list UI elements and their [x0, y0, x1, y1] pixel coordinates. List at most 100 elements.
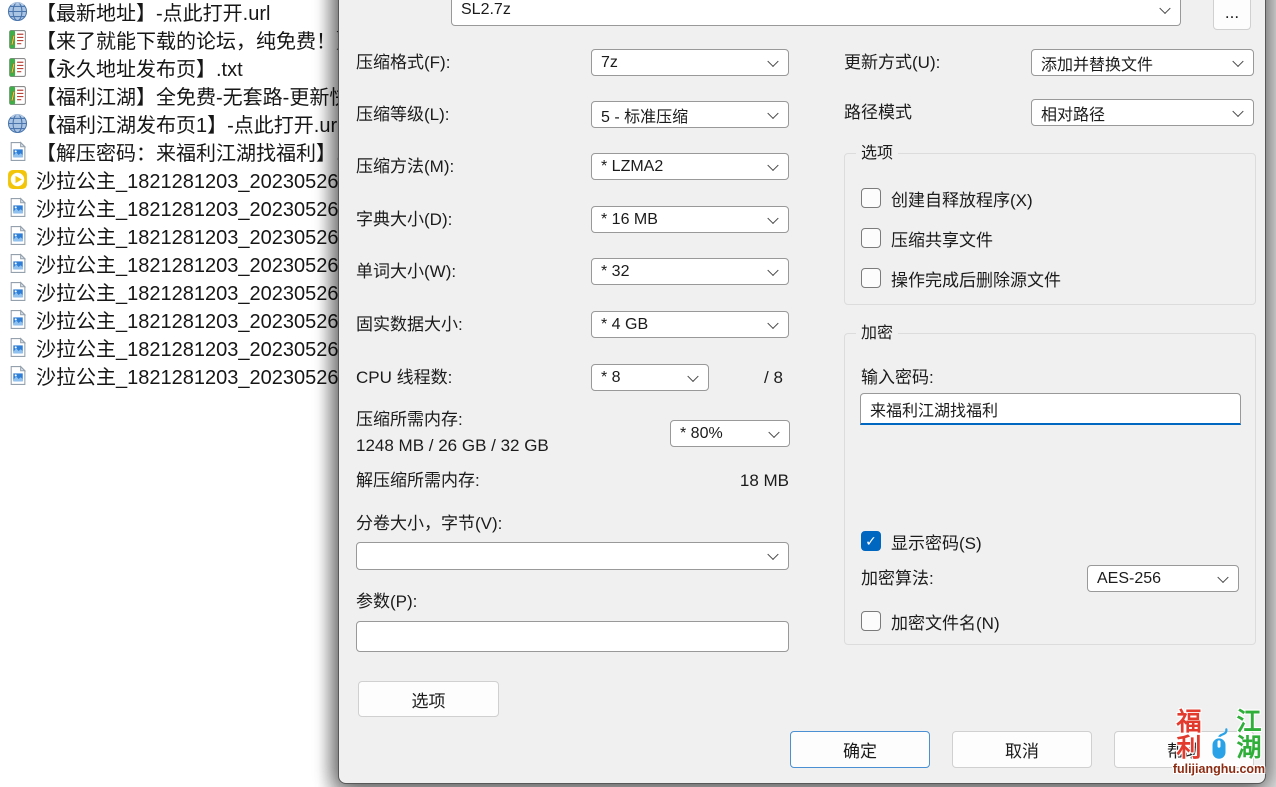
- text-file-icon: [7, 85, 28, 106]
- options-button-label: 选项: [412, 687, 446, 712]
- options-group: 选项 创建自释放程序(X) 压缩共享文件 操作完成后删除源文件: [844, 153, 1256, 305]
- compression-level-value: 5 - 标准压缩: [601, 103, 688, 127]
- password-input[interactable]: [860, 393, 1241, 425]
- password-label: 输入密码:: [861, 364, 934, 391]
- list-item[interactable]: 【福利江湖】全免费-无套路-更新快.txt: [0, 81, 340, 109]
- options-button[interactable]: 选项: [358, 681, 499, 717]
- update-mode-value: 添加并替换文件: [1041, 51, 1153, 75]
- encryption-method-label: 加密算法:: [861, 565, 934, 592]
- globe-icon: [7, 1, 28, 22]
- video-file-icon: [7, 169, 28, 190]
- text-file-icon: [7, 57, 28, 78]
- delete-after-compress-label: 操作完成后删除源文件: [891, 266, 1061, 291]
- chevron-down-icon: [767, 549, 778, 560]
- text-file-icon: [7, 29, 28, 50]
- chevron-down-icon: [767, 55, 778, 66]
- dictionary-size-label: 字典大小(D):: [356, 206, 452, 233]
- compression-level-select[interactable]: 5 - 标准压缩: [591, 101, 789, 128]
- image-file-icon: [7, 337, 28, 358]
- image-file-icon: [7, 141, 28, 162]
- cpu-threads-select[interactable]: * 8: [591, 364, 709, 391]
- checkbox-unchecked-icon: [861, 611, 881, 631]
- chevron-down-icon: [1232, 105, 1243, 116]
- word-size-select[interactable]: * 32: [591, 258, 789, 285]
- cpu-threads-label: CPU 线程数:: [356, 364, 452, 391]
- show-password-checkbox[interactable]: ✓ 显示密码(S): [861, 530, 982, 552]
- chevron-down-icon: [767, 107, 778, 118]
- archive-name-input[interactable]: SL2.7z: [451, 0, 1181, 26]
- list-item[interactable]: 【福利江湖发布页1】-点此打开.url: [0, 109, 340, 137]
- decompress-memory-value: 18 MB: [699, 471, 789, 491]
- list-item[interactable]: 沙拉公主_1821281203_20230526_0: [0, 221, 340, 249]
- image-file-icon: [7, 253, 28, 274]
- compression-method-label: 压缩方法(M):: [356, 153, 454, 180]
- path-mode-select[interactable]: 相对路径: [1031, 99, 1254, 126]
- list-item[interactable]: 沙拉公主_1821281203_20230526_0: [0, 165, 340, 193]
- chevron-down-icon: [1159, 3, 1170, 14]
- chevron-down-icon: [767, 159, 778, 170]
- encryption-group: 加密 输入密码: ✓ 显示密码(S) 加密算法: AES-256 加密文件名(N…: [844, 333, 1256, 645]
- path-mode-label: 路径模式: [844, 99, 912, 126]
- list-item[interactable]: 【永久地址发布页】.txt: [0, 53, 340, 81]
- compress-shared-label: 压缩共享文件: [891, 226, 993, 251]
- chevron-down-icon: [1217, 571, 1228, 582]
- parameters-label: 参数(P):: [356, 588, 417, 615]
- delete-after-compress-checkbox[interactable]: 操作完成后删除源文件: [861, 267, 1061, 289]
- dictionary-size-value: * 16 MB: [601, 211, 658, 229]
- solid-block-size-value: * 4 GB: [601, 316, 648, 334]
- create-sfx-checkbox[interactable]: 创建自释放程序(X): [861, 187, 1033, 209]
- compression-format-select[interactable]: 7z: [591, 49, 789, 76]
- word-size-value: * 32: [601, 263, 629, 281]
- help-button[interactable]: 帮助: [1114, 731, 1254, 768]
- parameters-input[interactable]: [356, 621, 789, 652]
- encrypt-filenames-checkbox[interactable]: 加密文件名(N): [861, 610, 1000, 632]
- compression-format-value: 7z: [601, 54, 618, 72]
- memory-percent-value: * 80%: [680, 425, 723, 443]
- update-mode-label: 更新方式(U):: [844, 49, 940, 76]
- solid-block-size-select[interactable]: * 4 GB: [591, 311, 789, 338]
- list-item[interactable]: 沙拉公主_1821281203_20230526_0: [0, 193, 340, 221]
- list-item[interactable]: 【解压密码：来福利江湖找福利】.jpg: [0, 137, 340, 165]
- encrypt-filenames-label: 加密文件名(N): [891, 609, 1000, 634]
- memory-percent-select[interactable]: * 80%: [670, 420, 790, 447]
- cancel-button[interactable]: 取消: [952, 731, 1092, 768]
- options-group-title: 选项: [856, 144, 898, 164]
- decompress-memory-label: 解压缩所需内存:: [356, 467, 480, 494]
- encryption-method-select[interactable]: AES-256: [1087, 565, 1239, 592]
- image-file-icon: [7, 365, 28, 386]
- ok-button-label: 确定: [843, 737, 877, 762]
- compression-format-label: 压缩格式(F):: [356, 49, 450, 76]
- checkbox-checked-icon: ✓: [861, 531, 881, 551]
- chevron-down-icon: [1232, 55, 1243, 66]
- browse-button[interactable]: ...: [1213, 0, 1251, 30]
- update-mode-select[interactable]: 添加并替换文件: [1031, 49, 1254, 76]
- checkbox-unchecked-icon: [861, 228, 881, 248]
- compress-shared-checkbox[interactable]: 压缩共享文件: [861, 227, 993, 249]
- volume-size-label: 分卷大小，字节(V):: [356, 510, 502, 537]
- encryption-group-title: 加密: [856, 324, 898, 344]
- compression-method-select[interactable]: * LZMA2: [591, 153, 789, 180]
- image-file-icon: [7, 197, 28, 218]
- list-item[interactable]: 沙拉公主_1821281203_20230526_0: [0, 249, 340, 277]
- list-item[interactable]: 沙拉公主_1821281203_20230526_0: [0, 305, 340, 333]
- volume-size-combobox[interactable]: [356, 542, 789, 570]
- solid-block-size-label: 固实数据大小:: [356, 311, 463, 338]
- word-size-label: 单词大小(W):: [356, 258, 456, 285]
- list-item[interactable]: 【最新地址】-点此打开.url: [0, 0, 340, 25]
- checkbox-unchecked-icon: [861, 268, 881, 288]
- archive-name-value: SL2.7z: [461, 1, 511, 19]
- dictionary-size-select[interactable]: * 16 MB: [591, 206, 789, 233]
- ok-button[interactable]: 确定: [790, 731, 930, 768]
- list-item[interactable]: 沙拉公主_1821281203_20230526_0: [0, 333, 340, 361]
- path-mode-value: 相对路径: [1041, 101, 1105, 125]
- list-item[interactable]: 沙拉公主_1821281203_20230526_0: [0, 361, 340, 389]
- chevron-down-icon: [768, 426, 779, 437]
- compression-method-value: * LZMA2: [601, 158, 663, 176]
- image-file-icon: [7, 225, 28, 246]
- list-item[interactable]: 【来了就能下载的论坛，纯免费！】.txt: [0, 25, 340, 53]
- globe-icon: [7, 113, 28, 134]
- list-item[interactable]: 沙拉公主_1821281203_20230526_0: [0, 277, 340, 305]
- help-button-label: 帮助: [1167, 737, 1201, 762]
- chevron-down-icon: [767, 212, 778, 223]
- checkbox-unchecked-icon: [861, 188, 881, 208]
